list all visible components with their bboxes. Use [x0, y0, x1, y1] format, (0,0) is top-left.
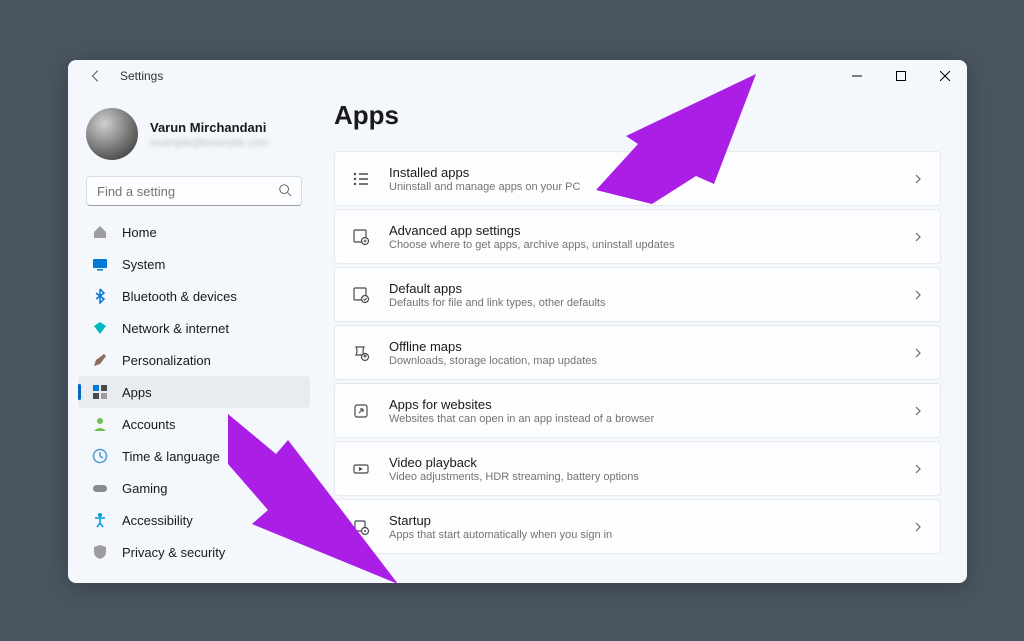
profile-name: Varun Mirchandani: [150, 120, 268, 135]
settings-card-advanced-app-settings[interactable]: Advanced app settingsChoose where to get…: [334, 209, 941, 264]
personalization-icon: [92, 352, 108, 368]
sidebar-item-gaming[interactable]: Gaming: [78, 472, 310, 504]
time-icon: [92, 448, 108, 464]
sidebar-item-label: Accessibility: [122, 513, 193, 528]
bluetooth-icon: [92, 288, 108, 304]
sidebar-item-network[interactable]: Network & internet: [78, 312, 310, 344]
network-icon: [92, 320, 108, 336]
card-subtitle: Downloads, storage location, map updates: [389, 355, 894, 367]
sidebar-item-label: Home: [122, 225, 157, 240]
maximize-button[interactable]: [879, 61, 923, 91]
sidebar-item-label: Accounts: [122, 417, 175, 432]
sidebar-item-home[interactable]: Home: [78, 216, 310, 248]
settings-card-offline-maps[interactable]: Offline mapsDownloads, storage location,…: [334, 325, 941, 380]
card-icon-2: [351, 285, 371, 305]
card-subtitle: Uninstall and manage apps on your PC: [389, 181, 894, 193]
page-title: Apps: [334, 100, 941, 131]
sidebar-item-privacy[interactable]: Privacy & security: [78, 536, 310, 568]
sidebar-item-label: Personalization: [122, 353, 211, 368]
card-icon-6: [351, 517, 371, 537]
settings-card-installed-apps[interactable]: Installed appsUninstall and manage apps …: [334, 151, 941, 206]
avatar: [86, 108, 138, 160]
card-subtitle: Apps that start automatically when you s…: [389, 529, 894, 541]
sidebar-item-time[interactable]: Time & language: [78, 440, 310, 472]
accounts-icon: [92, 416, 108, 432]
sidebar-item-label: Network & internet: [122, 321, 229, 336]
card-title: Startup: [389, 513, 894, 528]
main-panel: Apps Installed appsUninstall and manage …: [314, 92, 967, 583]
card-icon-1: [351, 227, 371, 247]
settings-window: Settings Varun Mirchandani example@examp…: [68, 60, 967, 583]
settings-card-default-apps[interactable]: Default appsDefaults for file and link t…: [334, 267, 941, 322]
sidebar-item-accessibility[interactable]: Accessibility: [78, 504, 310, 536]
apps-icon: [92, 384, 108, 400]
sidebar-item-bluetooth[interactable]: Bluetooth & devices: [78, 280, 310, 312]
close-button[interactable]: [923, 61, 967, 91]
sidebar-item-apps[interactable]: Apps: [78, 376, 310, 408]
chevron-right-icon: [912, 463, 924, 475]
card-subtitle: Websites that can open in an app instead…: [389, 413, 894, 425]
system-icon: [92, 256, 108, 272]
accessibility-icon: [92, 512, 108, 528]
search-input[interactable]: [86, 176, 302, 206]
sidebar-item-personalization[interactable]: Personalization: [78, 344, 310, 376]
card-title: Default apps: [389, 281, 894, 296]
card-title: Video playback: [389, 455, 894, 470]
sidebar: Varun Mirchandani example@example.com Ho…: [68, 92, 314, 583]
search-icon: [278, 183, 292, 197]
sidebar-item-label: Bluetooth & devices: [122, 289, 237, 304]
privacy-icon: [92, 544, 108, 560]
settings-card-apps-for-websites[interactable]: Apps for websitesWebsites that can open …: [334, 383, 941, 438]
card-icon-0: [351, 169, 371, 189]
chevron-right-icon: [912, 347, 924, 359]
nav-list: Home System Bluetooth & devices Network & i…: [78, 216, 310, 568]
gaming-icon: [92, 480, 108, 496]
back-button[interactable]: [84, 64, 108, 88]
card-title: Apps for websites: [389, 397, 894, 412]
settings-card-video-playback[interactable]: Video playbackVideo adjustments, HDR str…: [334, 441, 941, 496]
card-subtitle: Defaults for file and link types, other …: [389, 297, 894, 309]
sidebar-item-label: Gaming: [122, 481, 168, 496]
sidebar-item-label: System: [122, 257, 165, 272]
sidebar-item-label: Time & language: [122, 449, 220, 464]
card-title: Installed apps: [389, 165, 894, 180]
content-area: Varun Mirchandani example@example.com Ho…: [68, 92, 967, 583]
chevron-right-icon: [912, 521, 924, 533]
home-icon: [92, 224, 108, 240]
card-icon-5: [351, 459, 371, 479]
chevron-right-icon: [912, 289, 924, 301]
chevron-right-icon: [912, 173, 924, 185]
search-wrapper: [86, 176, 302, 206]
sidebar-item-accounts[interactable]: Accounts: [78, 408, 310, 440]
card-subtitle: Choose where to get apps, archive apps, …: [389, 239, 894, 251]
titlebar: Settings: [68, 60, 967, 92]
minimize-button[interactable]: [835, 61, 879, 91]
chevron-right-icon: [912, 231, 924, 243]
settings-cards: Installed appsUninstall and manage apps …: [334, 151, 941, 554]
window-title: Settings: [120, 69, 163, 83]
sidebar-item-system[interactable]: System: [78, 248, 310, 280]
sidebar-item-label: Privacy & security: [122, 545, 225, 560]
card-title: Advanced app settings: [389, 223, 894, 238]
card-subtitle: Video adjustments, HDR streaming, batter…: [389, 471, 894, 483]
window-controls: [835, 61, 967, 91]
profile-email: example@example.com: [150, 137, 268, 149]
settings-card-startup[interactable]: StartupApps that start automatically whe…: [334, 499, 941, 554]
chevron-right-icon: [912, 405, 924, 417]
sidebar-item-label: Apps: [122, 385, 152, 400]
profile[interactable]: Varun Mirchandani example@example.com: [78, 100, 310, 176]
card-title: Offline maps: [389, 339, 894, 354]
card-icon-4: [351, 401, 371, 421]
card-icon-3: [351, 343, 371, 363]
